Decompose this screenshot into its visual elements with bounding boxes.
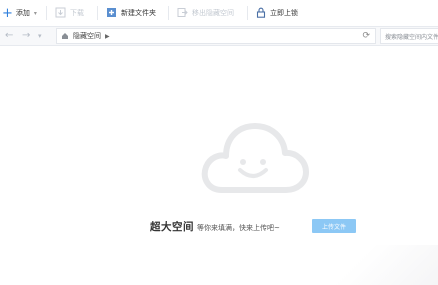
address-bar[interactable]: 隐藏空间 ▶ ⟳ bbox=[56, 28, 376, 44]
history-dropdown-icon[interactable]: ▾ bbox=[38, 29, 42, 43]
new-folder-icon bbox=[106, 7, 117, 20]
new-folder-label: 新建文件夹 bbox=[121, 9, 156, 17]
refresh-icon[interactable]: ⟳ bbox=[362, 31, 370, 41]
add-label: 添加 bbox=[15, 9, 30, 17]
move-out-label: 移出隐藏空间 bbox=[192, 9, 234, 17]
lock-button[interactable]: 立即上锁 bbox=[256, 0, 312, 26]
cloud-icon bbox=[200, 112, 310, 200]
lock-label: 立即上锁 bbox=[270, 9, 298, 17]
empty-state-title: 超大空间 bbox=[150, 221, 194, 233]
empty-state-subtitle: 等你来填满，快来上传吧~ bbox=[197, 224, 280, 232]
forward-icon[interactable]: → bbox=[22, 29, 30, 43]
empty-state-message: 超大空间 等你来填满，快来上传吧~ bbox=[150, 219, 280, 234]
add-button[interactable]: + 添加 ▾ bbox=[2, 0, 46, 26]
chevron-right-icon: ▶ bbox=[105, 32, 110, 40]
toolbar-divider bbox=[46, 6, 47, 20]
plus-icon: + bbox=[2, 5, 13, 21]
download-icon bbox=[55, 7, 66, 20]
search-input[interactable]: 搜索隐藏空间内文件 bbox=[380, 28, 438, 44]
new-folder-button[interactable]: 新建文件夹 bbox=[106, 0, 168, 26]
back-icon[interactable]: ← bbox=[5, 29, 13, 43]
breadcrumb[interactable]: 隐藏空间 bbox=[73, 31, 101, 41]
upload-file-button[interactable]: 上传文件 bbox=[312, 219, 356, 233]
toolbar-divider bbox=[247, 6, 248, 20]
toolbar-divider bbox=[168, 6, 169, 20]
chevron-down-icon: ▾ bbox=[33, 9, 37, 17]
move-out-icon bbox=[177, 7, 188, 20]
move-out-button[interactable]: 移出隐藏空间 bbox=[177, 0, 247, 26]
download-button[interactable]: 下载 bbox=[55, 0, 97, 26]
home-icon bbox=[61, 32, 69, 40]
download-label: 下载 bbox=[70, 9, 84, 17]
navigation-bar: ← → ▾ 隐藏空间 ▶ ⟳ 搜索隐藏空间内文件 bbox=[0, 26, 438, 46]
toolbar-divider bbox=[97, 6, 98, 20]
toolbar: + 添加 ▾ 下载 新建文件夹 移出隐藏空间 立即上锁 bbox=[0, 0, 438, 26]
background-shade bbox=[328, 245, 438, 285]
lock-icon bbox=[256, 7, 266, 20]
